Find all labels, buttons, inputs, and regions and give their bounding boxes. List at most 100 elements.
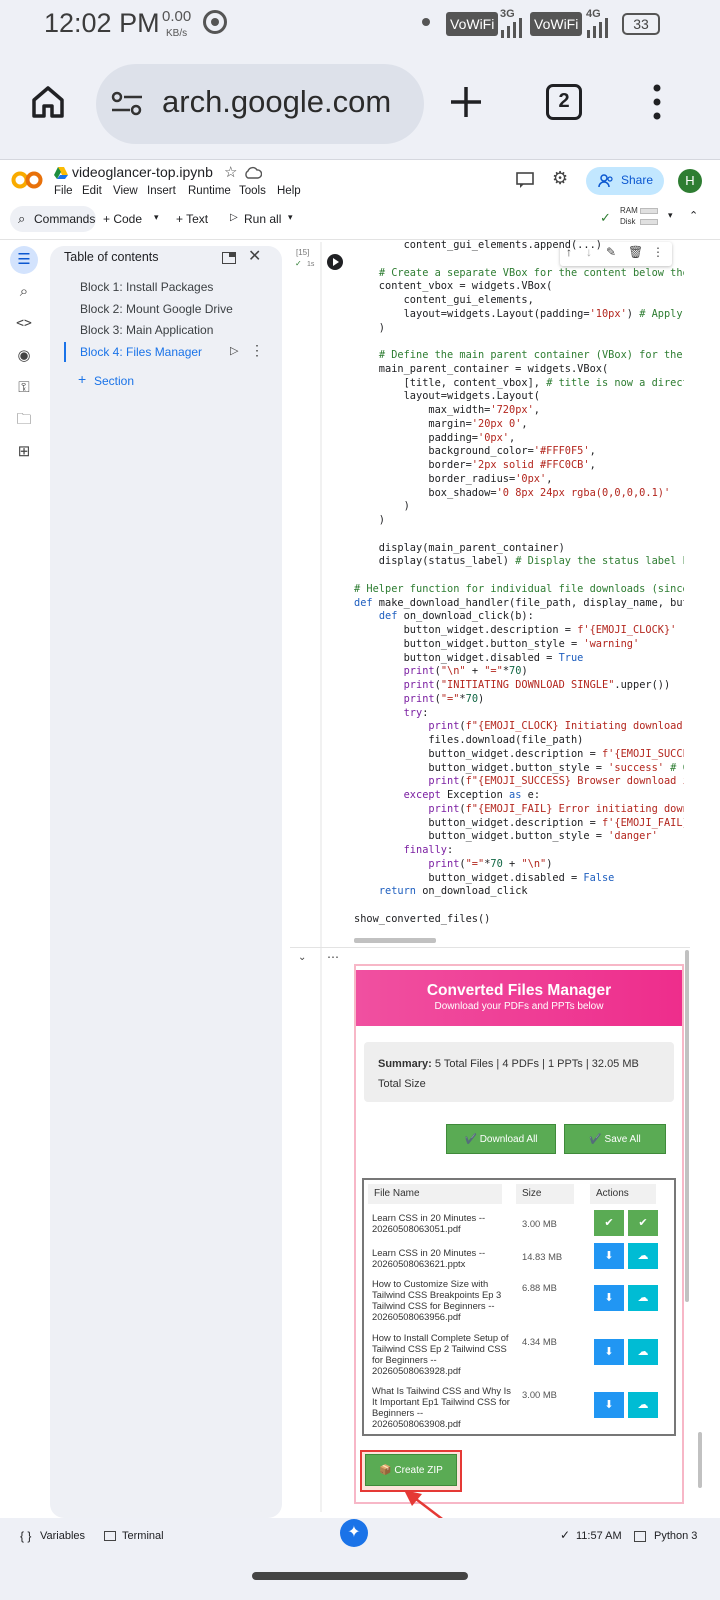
collapse-output-icon[interactable]: ⌄ <box>298 952 306 963</box>
play-icon: ▷ <box>230 212 238 223</box>
menu-tools[interactable]: Tools <box>239 185 266 197</box>
save-to-drive-button-5[interactable]: ☁ <box>628 1392 658 1418</box>
toc-item-block-2[interactable]: Block 2: Mount Google Drive <box>80 302 233 316</box>
col-file-name: File Name <box>368 1184 502 1204</box>
ram-label: RAM <box>620 206 638 215</box>
files-folder-icon[interactable]: 🗀 <box>10 406 38 434</box>
files-table: File Name Size Actions Learn CSS in 20 M… <box>362 1178 676 1436</box>
run-all-button[interactable]: Run all <box>244 212 281 226</box>
file-name-1: Learn CSS in 20 Minutes -- 2026050806305… <box>372 1212 486 1234</box>
output-actions-icon[interactable]: ⋯ <box>327 950 339 964</box>
find-icon[interactable]: ⌕ <box>10 278 38 306</box>
download-button-4[interactable]: ⬇ <box>594 1339 624 1365</box>
runtime-icon <box>634 1531 646 1542</box>
add-text-button[interactable]: + Text <box>176 212 208 226</box>
clock: 12:02 PM <box>44 8 160 38</box>
saved-button-1[interactable]: ✔ <box>628 1210 658 1236</box>
last-executed-time: 11:57 AM <box>576 1530 622 1542</box>
code-snippets-icon[interactable]: <> <box>10 310 38 338</box>
site-settings-icon[interactable] <box>110 90 144 118</box>
comment-icon[interactable] <box>516 172 534 188</box>
output-divider <box>290 947 690 948</box>
code-horizontal-scrollbar[interactable] <box>354 938 436 943</box>
code-dropdown-icon[interactable]: ▾ <box>154 212 159 223</box>
browser-toolbar: arch.google.com 2 <box>0 50 720 160</box>
home-icon[interactable] <box>28 82 68 122</box>
colab-logo-icon[interactable] <box>11 171 43 189</box>
tab-switcher-button[interactable]: 2 <box>546 84 582 120</box>
commands-label: Commands <box>34 212 96 226</box>
file-name-3: How to Customize Size with Tailwind CSS … <box>372 1278 502 1322</box>
banner-subtitle: Download your PDFs and PPTs below <box>434 1001 604 1012</box>
toc-item-block-3[interactable]: Block 3: Main Application <box>80 323 213 337</box>
banner-title: Converted Files Manager <box>426 982 612 999</box>
star-icon[interactable]: ☆ <box>224 163 237 181</box>
avatar[interactable]: H <box>678 169 702 193</box>
signal-icon <box>501 18 522 38</box>
overflow-menu-icon[interactable] <box>652 84 662 120</box>
download-button-3[interactable]: ⬇ <box>594 1285 624 1311</box>
variables-button[interactable]: Variables <box>40 1530 85 1542</box>
run-cell-button[interactable] <box>327 254 343 270</box>
share-label: Share <box>621 173 654 187</box>
hotspot-icon <box>203 10 227 34</box>
run-dropdown-icon[interactable]: ▾ <box>288 212 293 223</box>
new-tab-icon[interactable] <box>448 84 484 120</box>
url-text[interactable]: arch.google.com <box>162 84 391 120</box>
colab-header: videoglancer-top.ipynb ☆ File Edit View … <box>0 160 720 206</box>
run-section-icon[interactable]: ▷ <box>230 344 238 357</box>
close-icon[interactable]: ✕ <box>248 246 261 266</box>
toc-title: Table of contents <box>64 250 159 264</box>
key-icon[interactable]: ⚿ <box>10 374 38 402</box>
notebook-title[interactable]: videoglancer-top.ipynb <box>72 164 213 180</box>
save-to-drive-button-2[interactable]: ☁ <box>628 1243 658 1269</box>
create-zip-button[interactable]: 📦 Create ZIP <box>365 1454 457 1486</box>
open-in-tab-icon[interactable] <box>222 252 236 264</box>
save-to-drive-button-3[interactable]: ☁ <box>628 1285 658 1311</box>
gemini-sparkle-icon[interactable]: ✦ <box>340 1519 368 1547</box>
menu-view[interactable]: View <box>113 185 138 197</box>
collapse-chevron-icon[interactable]: ⌃ <box>689 209 698 222</box>
code-editor[interactable]: content_gui_elements.append(...) # Creat… <box>354 239 684 927</box>
add-section-button[interactable]: Section <box>94 374 134 388</box>
table-of-contents-panel: Table of contents ✕ Block 1: Install Pac… <box>50 246 282 1518</box>
add-code-button[interactable]: + Code <box>103 212 142 226</box>
download-all-button[interactable]: ✔️ Download All <box>446 1124 556 1154</box>
toc-item-block-1[interactable]: Block 1: Install Packages <box>80 280 213 294</box>
url-bar[interactable]: arch.google.com <box>96 64 424 144</box>
variables-icon[interactable]: { } <box>20 1529 31 1543</box>
terminal-button[interactable]: Terminal <box>122 1530 164 1542</box>
page-scrollbar[interactable] <box>698 1432 702 1488</box>
terminal-icon[interactable] <box>104 1531 116 1541</box>
summary-label: Summary: <box>378 1058 432 1070</box>
battery-icon: 33 <box>622 13 660 35</box>
cell-border <box>320 242 322 1512</box>
menu-file[interactable]: File <box>54 185 73 197</box>
add-section-icon[interactable]: + <box>78 371 86 387</box>
runtime-label[interactable]: Python 3 <box>654 1530 697 1542</box>
menu-insert[interactable]: Insert <box>147 185 176 197</box>
resources-dropdown-icon[interactable]: ▾ <box>668 210 673 221</box>
data-table-icon[interactable]: ⊞ <box>10 438 38 466</box>
save-to-drive-button-4[interactable]: ☁ <box>628 1339 658 1365</box>
menu-edit[interactable]: Edit <box>82 185 102 197</box>
toc-item-block-4[interactable]: Block 4: Files Manager <box>80 345 202 359</box>
menu-help[interactable]: Help <box>277 185 301 197</box>
menu-runtime[interactable]: Runtime <box>188 185 231 197</box>
search-icon: ⌕ <box>18 211 26 226</box>
table-of-contents-icon[interactable]: ☰ <box>10 246 38 274</box>
download-button-5[interactable]: ⬇ <box>594 1392 624 1418</box>
home-gesture-bar[interactable] <box>252 1572 468 1580</box>
exec-check-icon: ✓ <box>295 259 302 268</box>
secrets-eye-icon[interactable]: ◉ <box>10 342 38 370</box>
share-button[interactable]: Share <box>586 167 664 195</box>
download-button-2[interactable]: ⬇ <box>594 1243 624 1269</box>
settings-gear-icon[interactable]: ⚙ <box>552 168 568 189</box>
file-size-3: 6.88 MB <box>522 1282 557 1293</box>
output-vertical-scrollbar[interactable] <box>685 950 689 1302</box>
done-button-1[interactable]: ✔ <box>594 1210 624 1236</box>
section-more-icon[interactable]: ⋮ <box>250 342 264 359</box>
disk-meter <box>640 219 658 225</box>
save-all-button[interactable]: ✔️ Save All <box>564 1124 666 1154</box>
file-size-2: 14.83 MB <box>522 1251 563 1262</box>
